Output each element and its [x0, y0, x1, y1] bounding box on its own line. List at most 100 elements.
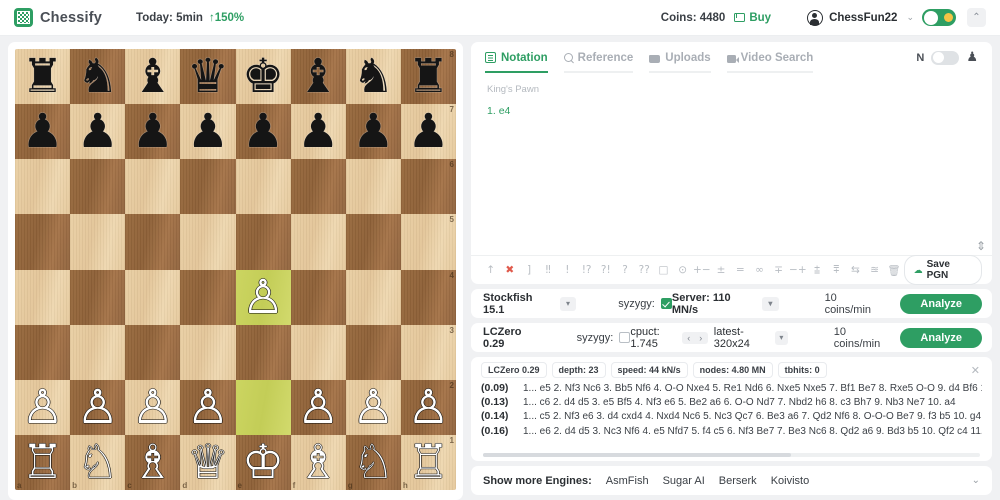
weights-chevron-down-icon[interactable]: ▾	[774, 330, 788, 345]
theme-toggle[interactable]	[922, 9, 956, 26]
board-square-b8[interactable]: ♞	[70, 49, 126, 105]
annot-blunder[interactable]: ??	[635, 264, 654, 276]
piece-g1[interactable]: ♘	[352, 439, 394, 486]
board-square-g6[interactable]	[345, 159, 401, 215]
piece-d8[interactable]: ♛	[187, 53, 229, 100]
board-square-h1[interactable]: ♖ 1 h	[400, 434, 456, 490]
pv-moves[interactable]: 1... c5 2. Nf3 e6 3. d4 cxd4 4. Nxd4 Nc6…	[523, 411, 982, 422]
board-square-c2[interactable]: ♙	[125, 379, 181, 435]
annot-delete-icon[interactable]: 🗑	[884, 264, 903, 277]
analyze-button[interactable]: Analyze	[900, 293, 982, 314]
pv-line[interactable]: (0.13) 1... c6 2. d4 d5 3. e5 Bf5 4. Nf3 …	[481, 396, 982, 410]
board-square-h6[interactable]: 6	[400, 159, 456, 215]
notation-mode-toggle[interactable]	[931, 50, 960, 65]
board-square-c6[interactable]	[125, 159, 181, 215]
piece-c2[interactable]: ♙	[132, 384, 174, 431]
board-square-e2[interactable]	[235, 379, 291, 435]
board-square-h5[interactable]: 5	[400, 214, 456, 270]
move-list[interactable]: 1. e4	[487, 105, 976, 117]
board-square-c1[interactable]: ♗ c	[125, 434, 181, 490]
chevron-down-icon[interactable]: ⌄	[906, 12, 914, 23]
board-square-b4[interactable]	[70, 269, 126, 325]
piece-h1[interactable]: ♖	[407, 439, 449, 486]
annot-zugzwang[interactable]: ⊙	[673, 264, 692, 276]
save-pgn-button[interactable]: ☁ Save PGN	[903, 255, 982, 285]
board-square-e1[interactable]: ♔ e	[235, 434, 291, 490]
board-square-b7[interactable]: ♟	[70, 104, 126, 160]
resize-handle-icon[interactable]: ⇕	[976, 239, 986, 253]
board-square-b5[interactable]	[70, 214, 126, 270]
board-square-d2[interactable]: ♙	[180, 379, 236, 435]
piece-g7[interactable]: ♟	[352, 108, 394, 155]
board-square-d5[interactable]	[180, 214, 236, 270]
annot-dubious-move[interactable]: ?!	[596, 264, 615, 276]
board-square-e8[interactable]: ♚	[235, 49, 291, 105]
annot-interesting-move[interactable]: !?	[577, 264, 596, 276]
board-square-e6[interactable]	[235, 159, 291, 215]
board-square-b3[interactable]	[70, 324, 126, 380]
board-square-c4[interactable]	[125, 269, 181, 325]
engine-name[interactable]: Stockfish 15.1	[483, 292, 555, 316]
tab-video-search[interactable]: Video Search	[726, 52, 814, 73]
piece-c7[interactable]: ♟	[132, 108, 174, 155]
piece-f7[interactable]: ♟	[297, 108, 339, 155]
notation-body[interactable]: King's Pawn 1. e4 ⇕	[471, 72, 992, 255]
move-e4[interactable]: e4	[499, 105, 511, 117]
board-square-b6[interactable]	[70, 159, 126, 215]
cpuct-decrease-icon[interactable]: ‹	[684, 333, 694, 343]
annot-brilliant-move[interactable]: ‼	[539, 264, 558, 276]
board-square-a4[interactable]	[15, 269, 71, 325]
board-square-b2[interactable]: ♙	[70, 379, 126, 435]
annot-white-slight-edge[interactable]: ⩲	[807, 264, 826, 277]
piece-e1[interactable]: ♔	[242, 439, 284, 486]
pv-line[interactable]: (0.14) 1... c5 2. Nf3 e6 3. d4 cxd4 4. Nx…	[481, 410, 982, 424]
tab-notation[interactable]: Notation	[485, 52, 548, 73]
board-square-c8[interactable]: ♝	[125, 49, 181, 105]
tab-uploads[interactable]: Uploads	[649, 52, 711, 73]
annot-unclear[interactable]: ∞	[750, 264, 769, 276]
annot-arrow-up[interactable]: ↑	[481, 264, 500, 276]
piece-a1[interactable]: ♖	[21, 439, 63, 486]
annot-counterplay[interactable]: ⇆	[846, 264, 865, 276]
engine-select-chevron-down-icon[interactable]: ▾	[559, 296, 577, 311]
board-square-c5[interactable]	[125, 214, 181, 270]
syzygy-checkbox[interactable]	[619, 332, 631, 343]
cpuct-increase-icon[interactable]: ›	[696, 333, 706, 343]
syzygy-checkbox[interactable]	[660, 298, 672, 309]
cpuct-stepper[interactable]: ‹ ›	[681, 331, 708, 344]
more-engines-chevron-down-icon[interactable]: ⌄	[972, 475, 980, 486]
piece-e4[interactable]: ♙	[242, 274, 284, 321]
board-square-g2[interactable]: ♙	[345, 379, 401, 435]
piece-a7[interactable]: ♟	[21, 108, 63, 155]
board-square-e3[interactable]	[235, 324, 291, 380]
piece-f2[interactable]: ♙	[297, 384, 339, 431]
engine-name[interactable]: LCZero 0.29	[483, 326, 535, 350]
board-square-f4[interactable]	[290, 269, 346, 325]
pv-moves[interactable]: 1... e6 2. d4 d5 3. Nc3 Nf6 4. e5 Nfd7 5…	[523, 426, 982, 437]
piece-c1[interactable]: ♗	[132, 439, 174, 486]
board-square-a7[interactable]: ♟	[15, 104, 71, 160]
piece-e8[interactable]: ♚	[242, 53, 284, 100]
piece-a8[interactable]: ♜	[21, 53, 63, 100]
board-square-f6[interactable]	[290, 159, 346, 215]
board-square-a8[interactable]: ♜	[15, 49, 71, 105]
board-square-b1[interactable]: ♘ b	[70, 434, 126, 490]
board-square-c7[interactable]: ♟	[125, 104, 181, 160]
pv-line[interactable]: (0.16) 1... e6 2. d4 d5 3. Nc3 Nf6 4. e5 …	[481, 425, 982, 439]
piece-h7[interactable]: ♟	[407, 108, 449, 155]
piece-b7[interactable]: ♟	[77, 108, 119, 155]
board-square-a6[interactable]	[15, 159, 71, 215]
pv-moves[interactable]: 1... c6 2. d4 d5 3. e5 Bf5 4. Nf3 e6 5. …	[523, 397, 956, 408]
board-square-d4[interactable]	[180, 269, 236, 325]
tab-reference[interactable]: Reference	[563, 52, 634, 73]
user-menu[interactable]: ChessFun22 ⌄	[807, 9, 914, 26]
analyze-button[interactable]: Analyze	[900, 327, 982, 348]
board-square-g3[interactable]	[345, 324, 401, 380]
weights-label[interactable]: latest-320x24	[714, 326, 764, 350]
board-square-e7[interactable]: ♟	[235, 104, 291, 160]
annot-equal[interactable]: =	[731, 264, 750, 276]
board-square-c3[interactable]	[125, 324, 181, 380]
annot-compensation[interactable]: ≊	[865, 264, 884, 276]
annot-good-move[interactable]: !	[558, 264, 577, 276]
board-square-f2[interactable]: ♙	[290, 379, 346, 435]
